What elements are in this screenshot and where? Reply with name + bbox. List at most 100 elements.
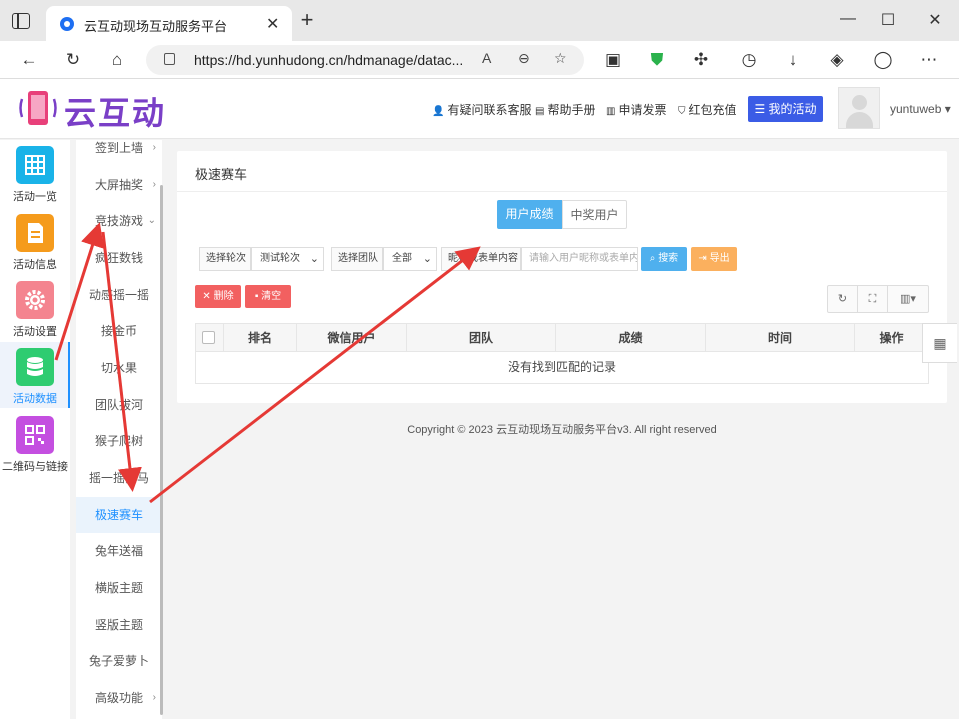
invoice-link[interactable]: ▥ 申请发票 xyxy=(606,101,666,118)
submenu-item-count-money[interactable]: 疯狂数钱 xyxy=(76,240,162,276)
address-bar[interactable]: https://hd.yunhudong.cn/hdmanage/datac..… xyxy=(146,45,584,75)
app-header: 云互动 👤 有疑问联系客服 ▤ 帮助手册 ▥ 申请发票 ⛉ 红包充值 ☰ 我的活动 yu… xyxy=(0,79,959,139)
columns-toggle-icon[interactable]: ▥▾ xyxy=(888,286,928,312)
team-select[interactable]: 全部 ⌄ xyxy=(383,247,437,271)
collections-icon[interactable]: ▣ xyxy=(602,49,624,71)
icon-sidebar: 活动一览 活动信息 活动设置 活动数据 二维码与链接 xyxy=(0,140,70,719)
back-icon[interactable]: ← xyxy=(18,49,40,71)
submenu-item-blessing[interactable]: 兔年送福 xyxy=(76,533,162,569)
site-favicon-icon xyxy=(60,17,74,31)
tab-actions-icon[interactable] xyxy=(12,13,30,29)
printer-icon: ▥ xyxy=(606,106,616,117)
extensions-icon[interactable]: ✣ xyxy=(690,49,712,71)
performance-icon[interactable]: ◈ xyxy=(826,49,848,71)
refresh-table-icon[interactable]: ↻ xyxy=(828,286,858,312)
export-button[interactable]: ⇥ 导出 xyxy=(691,247,737,271)
floating-qrcode-icon[interactable]: ▦ xyxy=(922,323,957,363)
column-rank[interactable]: 排名 xyxy=(224,324,297,352)
nav-qrcode-links[interactable]: 二维码与链接 xyxy=(0,410,70,476)
nav-activity-info[interactable]: 活动信息 xyxy=(0,208,70,274)
document-icon xyxy=(16,214,54,252)
redpacket-recharge-link[interactable]: ⛉ 红包充值 xyxy=(678,101,737,118)
submenu-item-fruit[interactable]: 切水果 xyxy=(76,350,162,386)
sub-menu: 签到上墙 › 大屏抽奖 › 竞技游戏 ⌄ 疯狂数钱 动感摇一摇 接金币 切水果 团队拔… xyxy=(76,140,162,719)
submenu-scrollbar[interactable] xyxy=(160,185,163,715)
delete-button[interactable]: ✕ 删除 xyxy=(195,285,241,308)
grid-icon xyxy=(16,146,54,184)
team-label: 选择团队 xyxy=(331,247,383,271)
favorite-icon[interactable]: ☆ xyxy=(554,50,567,67)
submenu-item-lottery[interactable]: 大屏抽奖 › xyxy=(76,167,162,203)
footer-copyright: Copyright © 2023 云互动现场互动服务平台v3. All righ… xyxy=(407,424,717,436)
page-title: 极速赛车 xyxy=(195,167,248,182)
my-activity-button[interactable]: ☰ 我的活动 xyxy=(748,96,823,122)
book-icon: ▤ xyxy=(535,106,545,117)
refresh-icon[interactable]: ↻ xyxy=(62,49,84,71)
round-label: 选择轮次 xyxy=(199,247,251,271)
clear-button[interactable]: ▪ 清空 xyxy=(245,285,291,308)
column-time[interactable]: 时间 xyxy=(706,324,855,352)
tab-user-scores[interactable]: 用户成绩 xyxy=(497,200,562,229)
browser-tab[interactable]: 云互动现场互动服务平台 ✕ xyxy=(46,6,292,41)
gear-icon xyxy=(16,281,54,319)
column-actions: 操作 xyxy=(879,331,904,345)
shield-check-icon: ⛉ xyxy=(678,106,686,117)
tab-title: 云互动现场互动服务平台 xyxy=(84,19,228,34)
fullscreen-icon[interactable]: ⛶ xyxy=(858,286,888,312)
trash-icon: ▪ xyxy=(254,291,259,302)
divider xyxy=(177,191,947,192)
nav-activity-data[interactable]: 活动数据 xyxy=(0,342,70,408)
read-aloud-icon[interactable]: A xyxy=(482,50,491,66)
table-header: 排名 微信用户 团队 成绩 时间 操作 xyxy=(196,324,928,352)
submenu-item-rabbit[interactable]: 兔子爱萝卜 xyxy=(76,643,162,679)
user-plus-icon: 👤 xyxy=(432,106,445,117)
database-icon xyxy=(16,348,54,386)
column-team[interactable]: 团队 xyxy=(407,324,556,352)
new-tab-icon[interactable]: + xyxy=(296,9,318,31)
keyword-label: 昵称或表单内容 xyxy=(441,247,521,271)
submenu-item-catch-coins[interactable]: 接金币 xyxy=(76,313,162,349)
submenu-item-portrait[interactable]: 竖版主题 xyxy=(76,607,162,643)
avatar[interactable] xyxy=(838,87,880,129)
column-score[interactable]: 成绩 xyxy=(556,324,706,352)
nav-activity-overview[interactable]: 活动一览 xyxy=(0,140,70,206)
select-all-checkbox[interactable] xyxy=(202,331,215,344)
search-icon: ⌕ xyxy=(649,253,656,264)
submenu-item-tug[interactable]: 团队拔河 xyxy=(76,387,162,423)
submenu-item-monkey[interactable]: 猴子爬树 xyxy=(76,423,162,459)
minimize-icon[interactable]: — xyxy=(838,10,858,28)
zoom-icon[interactable]: ⊖ xyxy=(518,50,530,67)
shield-icon[interactable]: ⛊ xyxy=(646,49,668,71)
tab-winners[interactable]: 中奖用户 xyxy=(562,200,627,229)
contact-support-link[interactable]: 👤 有疑问联系客服 xyxy=(432,101,531,118)
submenu-item-checkin[interactable]: 签到上墙 › xyxy=(76,140,162,166)
keyword-input[interactable]: 请输入用户昵称或表单内容 xyxy=(521,247,638,271)
tab-close-icon[interactable]: ✕ xyxy=(266,14,279,34)
export-icon: ⇥ xyxy=(698,253,707,264)
submenu-item-horse[interactable]: 摇一摇赛马 xyxy=(76,460,162,496)
maximize-icon[interactable]: ☐ xyxy=(878,10,898,30)
browser-tab-bar: 云互动现场互动服务平台 ✕ + — ☐ ✕ xyxy=(0,0,959,41)
window-close-icon[interactable]: ✕ xyxy=(925,10,945,30)
column-wechat-user[interactable]: 微信用户 xyxy=(297,324,407,352)
url-text: https://hd.yunhudong.cn/hdmanage/datac..… xyxy=(194,52,464,68)
results-table: 排名 微信用户 团队 成绩 时间 操作 没有找到匹配的记录 xyxy=(195,323,929,384)
empty-message: 没有找到匹配的记录 xyxy=(507,360,616,374)
username-dropdown[interactable]: yuntuweb ▾ xyxy=(890,102,951,116)
submenu-item-racing[interactable]: 极速赛车 xyxy=(76,497,162,533)
submenu-item-advanced[interactable]: 高级功能 › xyxy=(76,680,162,716)
help-manual-link[interactable]: ▤ 帮助手册 xyxy=(535,101,595,118)
submenu-item-games[interactable]: 竞技游戏 ⌄ xyxy=(76,203,162,239)
submenu-item-shake[interactable]: 动感摇一摇 xyxy=(76,277,162,313)
download-icon[interactable]: ↓ xyxy=(782,49,804,71)
search-button[interactable]: ⌕ 搜索 xyxy=(641,247,687,271)
submenu-item-landscape[interactable]: 横版主题 xyxy=(76,570,162,606)
home-icon[interactable]: ⌂ xyxy=(106,49,128,71)
profile-icon[interactable]: ◯ xyxy=(872,49,894,71)
more-icon[interactable]: ⋯ xyxy=(918,49,940,71)
logo-icon xyxy=(19,91,57,125)
nav-activity-settings[interactable]: 活动设置 xyxy=(0,275,70,341)
lock-icon xyxy=(164,53,175,65)
history-icon[interactable]: ◷ xyxy=(738,49,760,71)
round-select[interactable]: 测试轮次 ⌄ xyxy=(251,247,324,271)
